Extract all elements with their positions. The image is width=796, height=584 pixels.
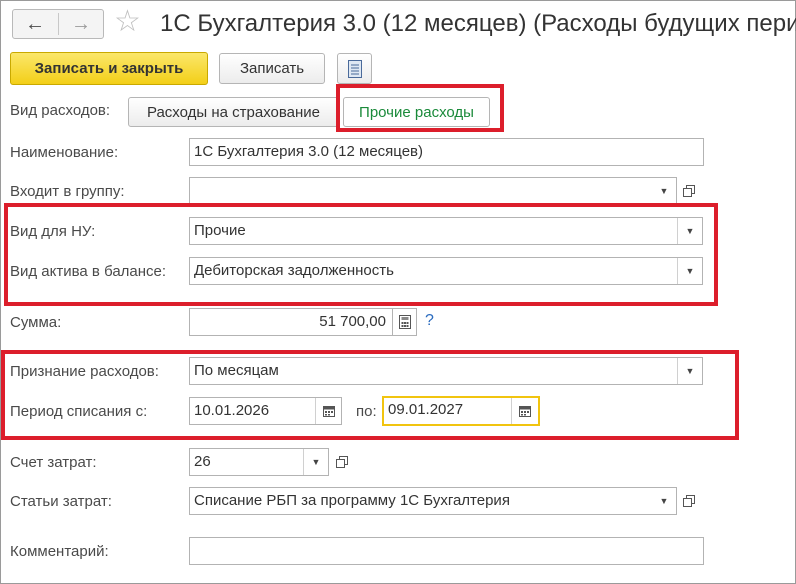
period-from-calendar-icon[interactable] xyxy=(315,398,341,424)
calculator-icon xyxy=(396,313,414,331)
favorite-star-icon[interactable]: ☆ xyxy=(114,6,141,38)
tax-type-dropdown-icon[interactable]: ▼ xyxy=(677,218,702,244)
asset-type-value: Дебиторская задолженность xyxy=(194,262,394,279)
cost-account-dropdown-icon[interactable]: ▼ xyxy=(303,449,328,475)
period-to-value: 09.01.2027 xyxy=(388,401,464,418)
recognition-field[interactable]: По месяцам ▼ xyxy=(189,357,703,385)
window-title: 1С Бухгалтерия 3.0 (12 месяцев) (Расходы… xyxy=(160,10,796,37)
comment-label: Комментарий: xyxy=(10,543,109,560)
group-open-icon[interactable] xyxy=(680,182,698,200)
period-from-field[interactable]: 10.01.2026 xyxy=(189,397,342,425)
cost-items-dropdown-icon[interactable]: ▼ xyxy=(652,488,676,514)
name-field[interactable]: 1С Бухгалтерия 3.0 (12 месяцев) xyxy=(189,138,704,166)
forward-arrow-icon[interactable]: → xyxy=(59,10,103,38)
tax-type-field[interactable]: Прочие ▼ xyxy=(189,217,703,245)
cost-account-field[interactable]: 26 ▼ xyxy=(189,448,329,476)
help-link[interactable]: ? xyxy=(425,312,434,330)
cost-account-label: Счет затрат: xyxy=(10,454,97,471)
list-menu-icon xyxy=(347,59,362,78)
recognition-dropdown-icon[interactable]: ▼ xyxy=(677,358,702,384)
more-actions-button[interactable] xyxy=(337,53,372,84)
nav-buttons: ← → xyxy=(12,9,104,39)
calculator-button[interactable] xyxy=(392,308,417,336)
cost-account-open-icon[interactable] xyxy=(333,453,351,471)
amount-field[interactable]: 51 700,00 xyxy=(189,308,393,336)
tax-type-label: Вид для НУ: xyxy=(10,223,96,240)
recognition-label: Признание расходов: xyxy=(10,363,159,380)
group-field[interactable]: ▼ xyxy=(189,177,677,205)
toggle-insurance-expenses[interactable]: Расходы на страхование xyxy=(128,97,339,127)
asset-type-label: Вид актива в балансе: xyxy=(10,263,167,280)
asset-type-field[interactable]: Дебиторская задолженность ▼ xyxy=(189,257,703,285)
period-to-field[interactable]: 09.01.2027 xyxy=(382,396,540,426)
recognition-value: По месяцам xyxy=(194,362,279,379)
save-button[interactable]: Записать xyxy=(219,53,325,84)
period-from-value: 10.01.2026 xyxy=(194,402,270,419)
period-to-label: по: xyxy=(356,403,377,420)
cost-items-label: Статьи затрат: xyxy=(10,493,112,510)
cost-items-field[interactable]: Списание РБП за программу 1С Бухгалтерия… xyxy=(189,487,677,515)
toggle-other-expenses[interactable]: Прочие расходы xyxy=(343,97,490,127)
tax-type-value: Прочие xyxy=(194,222,246,239)
save-and-close-button[interactable]: Записать и закрыть xyxy=(10,52,208,85)
back-arrow-icon[interactable]: ← xyxy=(13,10,57,38)
comment-field[interactable] xyxy=(189,537,704,565)
amount-label: Сумма: xyxy=(10,314,62,331)
cost-items-value: Списание РБП за программу 1С Бухгалтерия xyxy=(194,492,510,509)
period-to-calendar-icon[interactable] xyxy=(511,398,538,424)
asset-type-dropdown-icon[interactable]: ▼ xyxy=(677,258,702,284)
cost-account-value: 26 xyxy=(194,453,211,470)
name-label: Наименование: xyxy=(10,144,119,161)
group-label: Входит в группу: xyxy=(10,183,125,200)
cost-items-open-icon[interactable] xyxy=(680,492,698,510)
group-dropdown-icon[interactable]: ▼ xyxy=(652,178,676,204)
expense-type-label: Вид расходов: xyxy=(10,102,111,119)
period-label: Период списания с: xyxy=(10,403,148,420)
